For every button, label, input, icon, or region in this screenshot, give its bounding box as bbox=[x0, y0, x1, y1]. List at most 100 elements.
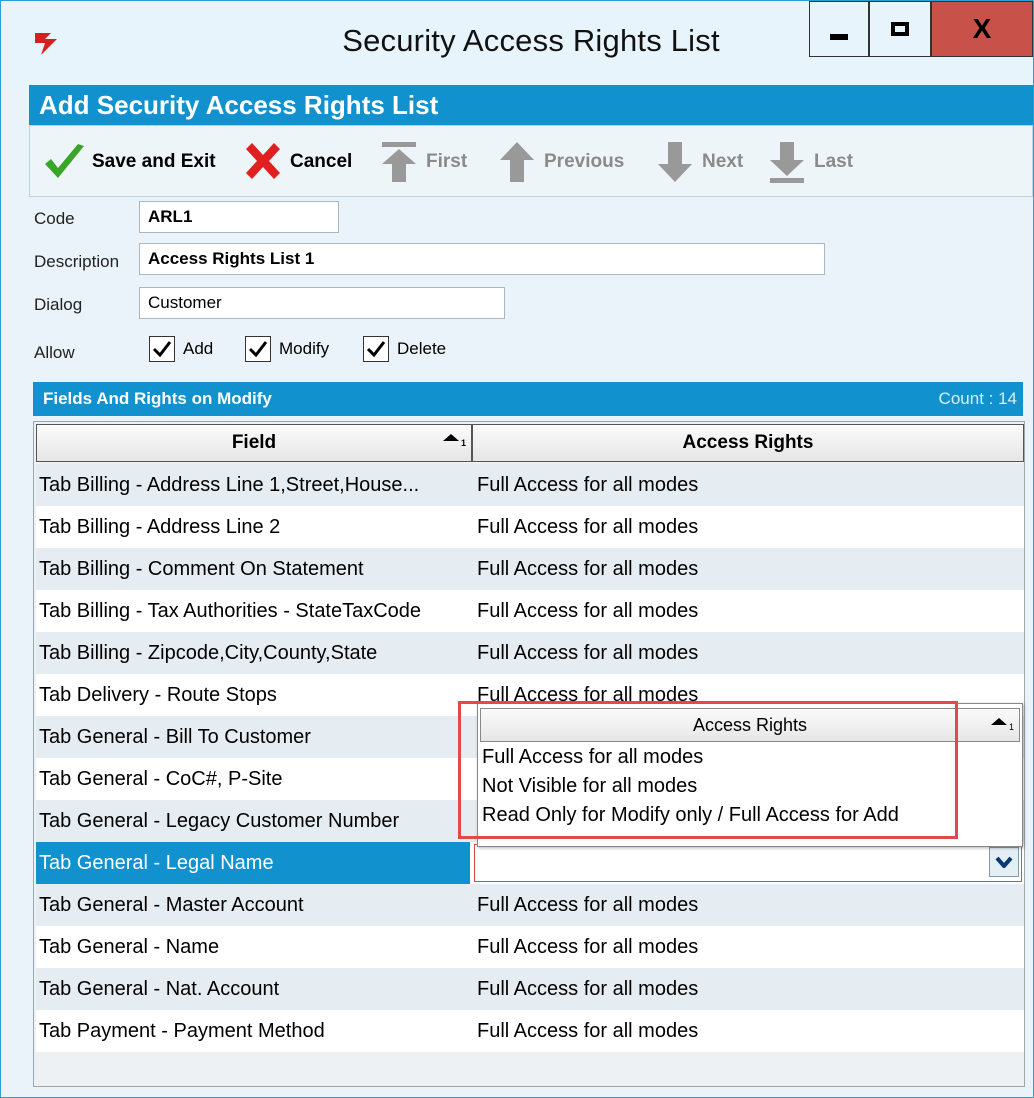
checkbox-box[interactable] bbox=[363, 336, 389, 362]
dropdown-option[interactable]: Full Access for all modes bbox=[482, 746, 703, 769]
dropdown-header-label: Access Rights bbox=[692, 714, 808, 735]
field-cell[interactable]: Tab Billing - Address Line 2 bbox=[36, 506, 470, 548]
access-rights-cell[interactable]: Full Access for all modes bbox=[474, 926, 1024, 968]
checkmark-icon bbox=[248, 341, 268, 358]
next-arrow-icon bbox=[658, 142, 692, 182]
title-bar: Security Access Rights List X bbox=[1, 1, 1033, 85]
field-cell[interactable]: Tab General - Master Account bbox=[36, 884, 470, 926]
description-label: Description bbox=[34, 252, 120, 271]
dialog-label: Dialog bbox=[34, 295, 83, 314]
table-row[interactable]: Tab Billing - Address Line 2 Full Access … bbox=[36, 506, 1024, 548]
description-field[interactable]: Access Rights List 1 bbox=[139, 243, 825, 275]
table-row[interactable]: Tab General - Master Account Full Access … bbox=[36, 884, 1024, 926]
previous-arrow-icon bbox=[500, 142, 534, 182]
field-cell[interactable]: Tab Delivery - Route Stops bbox=[36, 674, 470, 716]
field-cell[interactable]: Tab General - Name bbox=[36, 926, 470, 968]
sort-ascending-icon: 1 bbox=[991, 718, 1014, 731]
access-rights-cell[interactable]: Full Access for all modes bbox=[474, 884, 1024, 926]
table-row[interactable]: Tab Billing - Tax Authorities - StateTax… bbox=[36, 590, 1024, 632]
field-cell[interactable]: Tab Billing - Tax Authorities - StateTax… bbox=[36, 590, 470, 632]
dropdown-option[interactable]: Read Only for Modify only / Full Access … bbox=[482, 804, 899, 827]
page-title: Add Security Access Rights List bbox=[29, 85, 1033, 125]
access-rights-select[interactable] bbox=[474, 844, 1022, 882]
close-icon: X bbox=[972, 13, 992, 44]
first-label: First bbox=[426, 151, 468, 172]
access-rights-cell[interactable]: Full Access for all modes bbox=[474, 506, 1024, 548]
field-cell[interactable]: Tab Billing - Address Line 1,Street,Hous… bbox=[36, 464, 470, 506]
grid-title: Fields And Rights on Modify bbox=[43, 389, 272, 408]
access-rights-dropdown-list: Access Rights 1 Full Access for all mode… bbox=[477, 703, 1023, 847]
table-row[interactable]: Tab Billing - Address Line 1,Street,Hous… bbox=[36, 464, 1024, 506]
close-button[interactable]: X bbox=[931, 1, 1033, 57]
toolbar: Save and Exit Cancel First Previous Next… bbox=[29, 125, 1033, 197]
next-button[interactable]: Next bbox=[654, 140, 743, 184]
dropdown-header[interactable]: Access Rights 1 bbox=[480, 708, 1020, 742]
field-cell[interactable]: Tab General - Legacy Customer Number bbox=[36, 800, 470, 842]
last-arrow-icon bbox=[770, 142, 804, 183]
allow-label: Allow bbox=[34, 343, 75, 362]
table-row[interactable]: Tab General - Name Full Access for all mo… bbox=[36, 926, 1024, 968]
access-rights-cell[interactable]: Full Access for all modes bbox=[474, 1010, 1024, 1052]
field-cell[interactable]: Tab General - Legal Name bbox=[36, 842, 470, 884]
checkbox-box[interactable] bbox=[245, 336, 271, 362]
dialog-field[interactable]: Customer bbox=[139, 287, 505, 319]
code-label: Code bbox=[34, 209, 75, 228]
previous-label: Previous bbox=[544, 151, 625, 172]
table-row[interactable]: Tab Billing - Zipcode,City,County,State F… bbox=[36, 632, 1024, 674]
last-button[interactable]: Last bbox=[766, 140, 853, 184]
save-and-exit-label: Save and Exit bbox=[92, 151, 216, 172]
first-button[interactable]: First bbox=[378, 140, 467, 184]
field-cell[interactable]: Tab Billing - Comment On Statement bbox=[36, 548, 470, 590]
column-header-access-rights[interactable]: Access Rights bbox=[472, 424, 1024, 462]
allow-add-label: Add bbox=[183, 339, 214, 358]
access-rights-cell[interactable]: Full Access for all modes bbox=[474, 464, 1024, 506]
cancel-x-icon bbox=[246, 143, 280, 179]
maximize-button[interactable] bbox=[869, 1, 931, 57]
field-cell[interactable]: Tab General - Nat. Account bbox=[36, 968, 470, 1010]
last-label: Last bbox=[814, 151, 854, 172]
window: Security Access Rights List X Add Securi… bbox=[0, 0, 1034, 1098]
next-label: Next bbox=[702, 151, 744, 172]
allow-delete-checkbox[interactable]: Delete bbox=[363, 336, 446, 362]
table-row[interactable]: Tab Billing - Comment On Statement Full A… bbox=[36, 548, 1024, 590]
cancel-button[interactable]: Cancel bbox=[242, 140, 352, 184]
cancel-label: Cancel bbox=[290, 151, 353, 172]
checkmark-icon bbox=[152, 341, 172, 358]
previous-button[interactable]: Previous bbox=[496, 140, 624, 184]
access-rights-cell[interactable]: Full Access for all modes bbox=[474, 548, 1024, 590]
maximize-icon bbox=[891, 22, 909, 36]
save-and-exit-button[interactable]: Save and Exit bbox=[42, 140, 216, 184]
grid-title-bar: Fields And Rights on Modify Count : 14 bbox=[33, 382, 1023, 416]
svg-text:1: 1 bbox=[461, 438, 466, 447]
code-field[interactable]: ARL1 bbox=[139, 201, 339, 233]
dropdown-button[interactable] bbox=[989, 847, 1019, 877]
table-row[interactable]: Tab General - Nat. Account Full Access fo… bbox=[36, 968, 1024, 1010]
access-rights-cell[interactable]: Full Access for all modes bbox=[474, 590, 1024, 632]
field-cell[interactable]: Tab Billing - Zipcode,City,County,State bbox=[36, 632, 470, 674]
access-rights-cell[interactable]: Full Access for all modes bbox=[474, 632, 1024, 674]
minimize-icon bbox=[830, 34, 848, 40]
field-cell[interactable]: Tab General - CoC#, P-Site bbox=[36, 758, 470, 800]
allow-add-checkbox[interactable]: Add bbox=[149, 336, 213, 362]
minimize-button[interactable] bbox=[809, 1, 869, 57]
field-cell[interactable]: Tab General - Bill To Customer bbox=[36, 716, 470, 758]
table-row[interactable]: Tab Payment - Payment Method Full Access … bbox=[36, 1010, 1024, 1052]
table-row-selected[interactable]: Tab General - Legal Name bbox=[36, 842, 1024, 884]
allow-modify-label: Modify bbox=[279, 339, 330, 358]
allow-delete-label: Delete bbox=[397, 339, 447, 358]
dropdown-option[interactable]: Not Visible for all modes bbox=[482, 775, 697, 798]
checkbox-box[interactable] bbox=[149, 336, 175, 362]
field-cell[interactable]: Tab Payment - Payment Method bbox=[36, 1010, 470, 1052]
column-header-field-label: Field bbox=[231, 432, 277, 453]
first-arrow-icon bbox=[382, 142, 416, 182]
checkmark-icon bbox=[45, 144, 84, 178]
sort-ascending-icon: 1 bbox=[443, 434, 466, 447]
checkmark-icon bbox=[366, 341, 386, 358]
chevron-down-icon bbox=[995, 856, 1013, 868]
svg-text:1: 1 bbox=[1009, 722, 1014, 731]
column-header-field[interactable]: Field 1 bbox=[36, 424, 472, 462]
column-header-access-rights-label: Access Rights bbox=[682, 432, 814, 453]
grid-count: Count : 14 bbox=[938, 389, 1017, 408]
allow-modify-checkbox[interactable]: Modify bbox=[245, 336, 329, 362]
access-rights-cell[interactable]: Full Access for all modes bbox=[474, 968, 1024, 1010]
